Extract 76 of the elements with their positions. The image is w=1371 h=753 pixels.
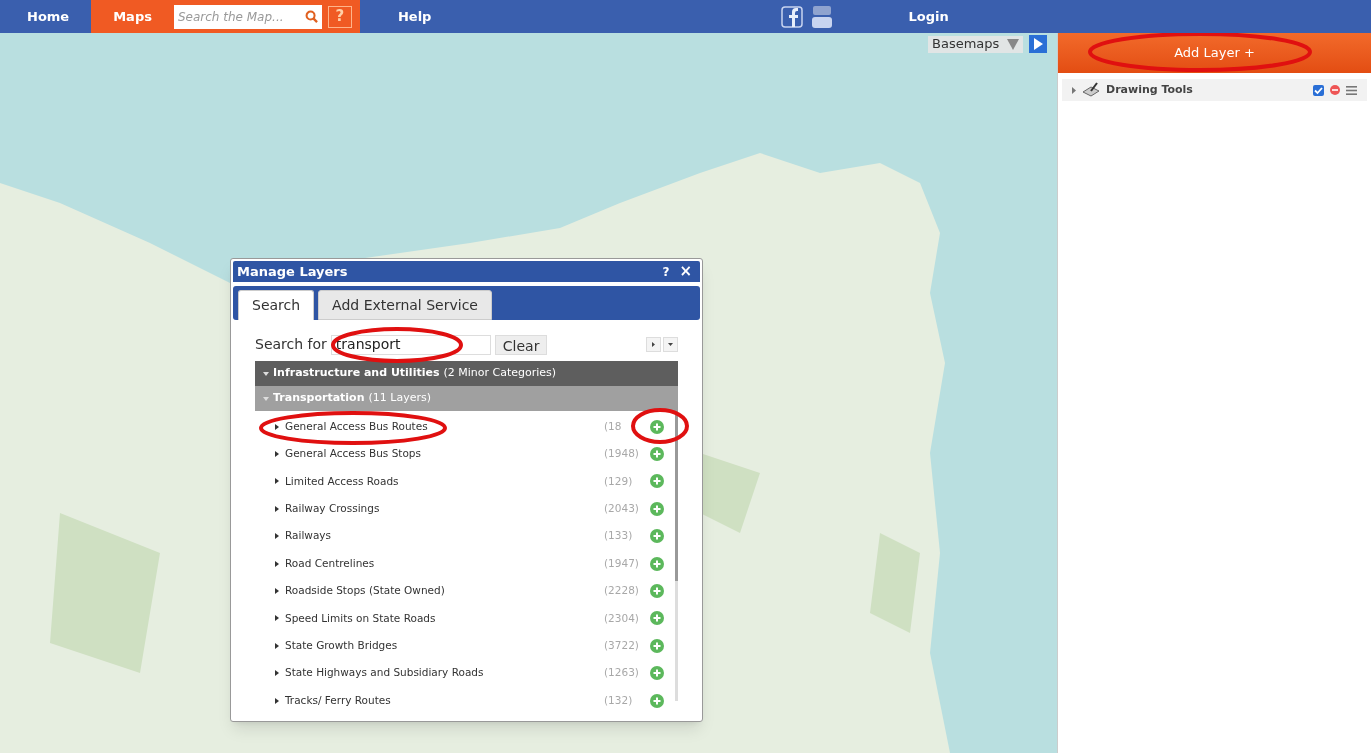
collapsed-caret-icon[interactable] xyxy=(275,505,279,512)
layer-name[interactable]: State Highways and Subsidiary Roads xyxy=(285,665,598,682)
search-input[interactable]: transport xyxy=(330,334,491,355)
play-icon[interactable] xyxy=(1029,35,1048,53)
search-field[interactable]: Search the Map... xyxy=(173,4,322,29)
add-icon[interactable] xyxy=(650,474,664,489)
layer-count: (2228) xyxy=(604,583,640,599)
collapsed-caret-icon[interactable] xyxy=(275,670,279,677)
layer-count: (18 xyxy=(604,418,623,434)
layer-name[interactable]: General Access Bus Stops xyxy=(285,446,598,462)
layer-checkbox[interactable] xyxy=(1313,84,1324,96)
layer-count: (1948) xyxy=(604,446,640,462)
add-icon[interactable] xyxy=(650,584,664,599)
collapsed-caret-icon[interactable] xyxy=(275,423,279,430)
basemaps-label: Basemaps xyxy=(932,35,1000,54)
help-button[interactable]: ? xyxy=(662,262,670,281)
facebook-icon[interactable] xyxy=(781,5,804,28)
collapsed-caret-icon[interactable] xyxy=(275,615,279,622)
layer-name[interactable]: Roadside Stops (State Owned) xyxy=(285,583,598,599)
add-icon[interactable] xyxy=(650,501,664,516)
layer-name[interactable]: Railways xyxy=(285,528,598,545)
layer-name[interactable]: Limited Access Roads xyxy=(285,473,598,490)
layer-count: (1947) xyxy=(604,555,640,571)
nav-link[interactable]: Home xyxy=(5,0,92,33)
add-icon[interactable] xyxy=(650,611,664,626)
category-header[interactable]: Infrastructure and Utilities (2 Minor Categories) xyxy=(255,361,678,386)
layer-count: (2043) xyxy=(604,501,640,516)
layer-name[interactable]: Road Centrelines xyxy=(285,555,598,572)
add-icon[interactable] xyxy=(650,638,664,653)
collapsed-caret-icon[interactable] xyxy=(275,642,279,649)
layer-name[interactable]: State Growth Bridges xyxy=(285,637,598,654)
nav-link[interactable]: Help xyxy=(397,6,432,27)
layer-name[interactable]: Speed Limits on State Roads xyxy=(285,610,598,627)
highlight-ellipse xyxy=(631,408,689,444)
expand-arrow-icon[interactable] xyxy=(1072,86,1076,94)
collapsed-caret-icon[interactable] xyxy=(275,588,279,595)
collapsed-caret-icon[interactable] xyxy=(275,560,279,567)
tab[interactable]: Search xyxy=(238,290,315,320)
add-icon[interactable] xyxy=(650,419,664,434)
menu-icon[interactable] xyxy=(1346,85,1357,95)
clear-button[interactable]: Clear xyxy=(494,334,548,355)
category-count: (11 Layers) xyxy=(368,390,431,407)
layer-count: (133) xyxy=(604,528,634,544)
close-button[interactable]: × xyxy=(679,260,692,283)
collapsed-caret-icon[interactable] xyxy=(275,533,279,540)
dropdown-arrow-icon xyxy=(1007,38,1020,50)
add-icon[interactable] xyxy=(650,556,664,571)
layer-name[interactable]: General Access Bus Routes xyxy=(285,418,598,435)
dialog-title: Manage Layers xyxy=(237,262,348,281)
search-label: Search for xyxy=(255,335,327,354)
layer-count: (129) xyxy=(604,473,634,489)
eraser-pencil-icon xyxy=(1082,82,1100,98)
category-count: (2 Minor Categories) xyxy=(443,365,557,382)
collapsed-caret-icon[interactable] xyxy=(275,478,279,485)
expanded-caret-icon[interactable] xyxy=(263,371,269,376)
add-icon[interactable] xyxy=(650,693,664,708)
layer-count: (3722) xyxy=(604,637,640,653)
layer-row[interactable]: Drawing Tools xyxy=(1062,79,1367,101)
layer-count: (2304) xyxy=(604,610,640,626)
collapsed-caret-icon[interactable] xyxy=(275,697,279,704)
layer-count: (1263) xyxy=(604,665,640,681)
layer-name: Drawing Tools xyxy=(1106,81,1194,98)
layer-count: (132) xyxy=(604,692,634,708)
scrollbar[interactable] xyxy=(675,411,678,701)
layer-name[interactable]: Railway Crossings xyxy=(285,501,598,517)
layer-name[interactable]: Tracks/ Ferry Routes xyxy=(285,692,598,709)
login-link[interactable]: Login xyxy=(908,6,949,27)
add-icon[interactable] xyxy=(650,447,664,462)
collapsed-caret-icon[interactable] xyxy=(275,451,279,458)
add-icon[interactable] xyxy=(650,666,664,681)
search-icon[interactable] xyxy=(304,10,318,23)
category-name: Infrastructure and Utilities xyxy=(273,365,440,382)
tab[interactable]: Add External Service xyxy=(318,290,492,320)
add-icon[interactable] xyxy=(650,529,664,544)
remove-icon[interactable] xyxy=(1330,85,1340,95)
category-name: Transportation xyxy=(273,390,365,407)
